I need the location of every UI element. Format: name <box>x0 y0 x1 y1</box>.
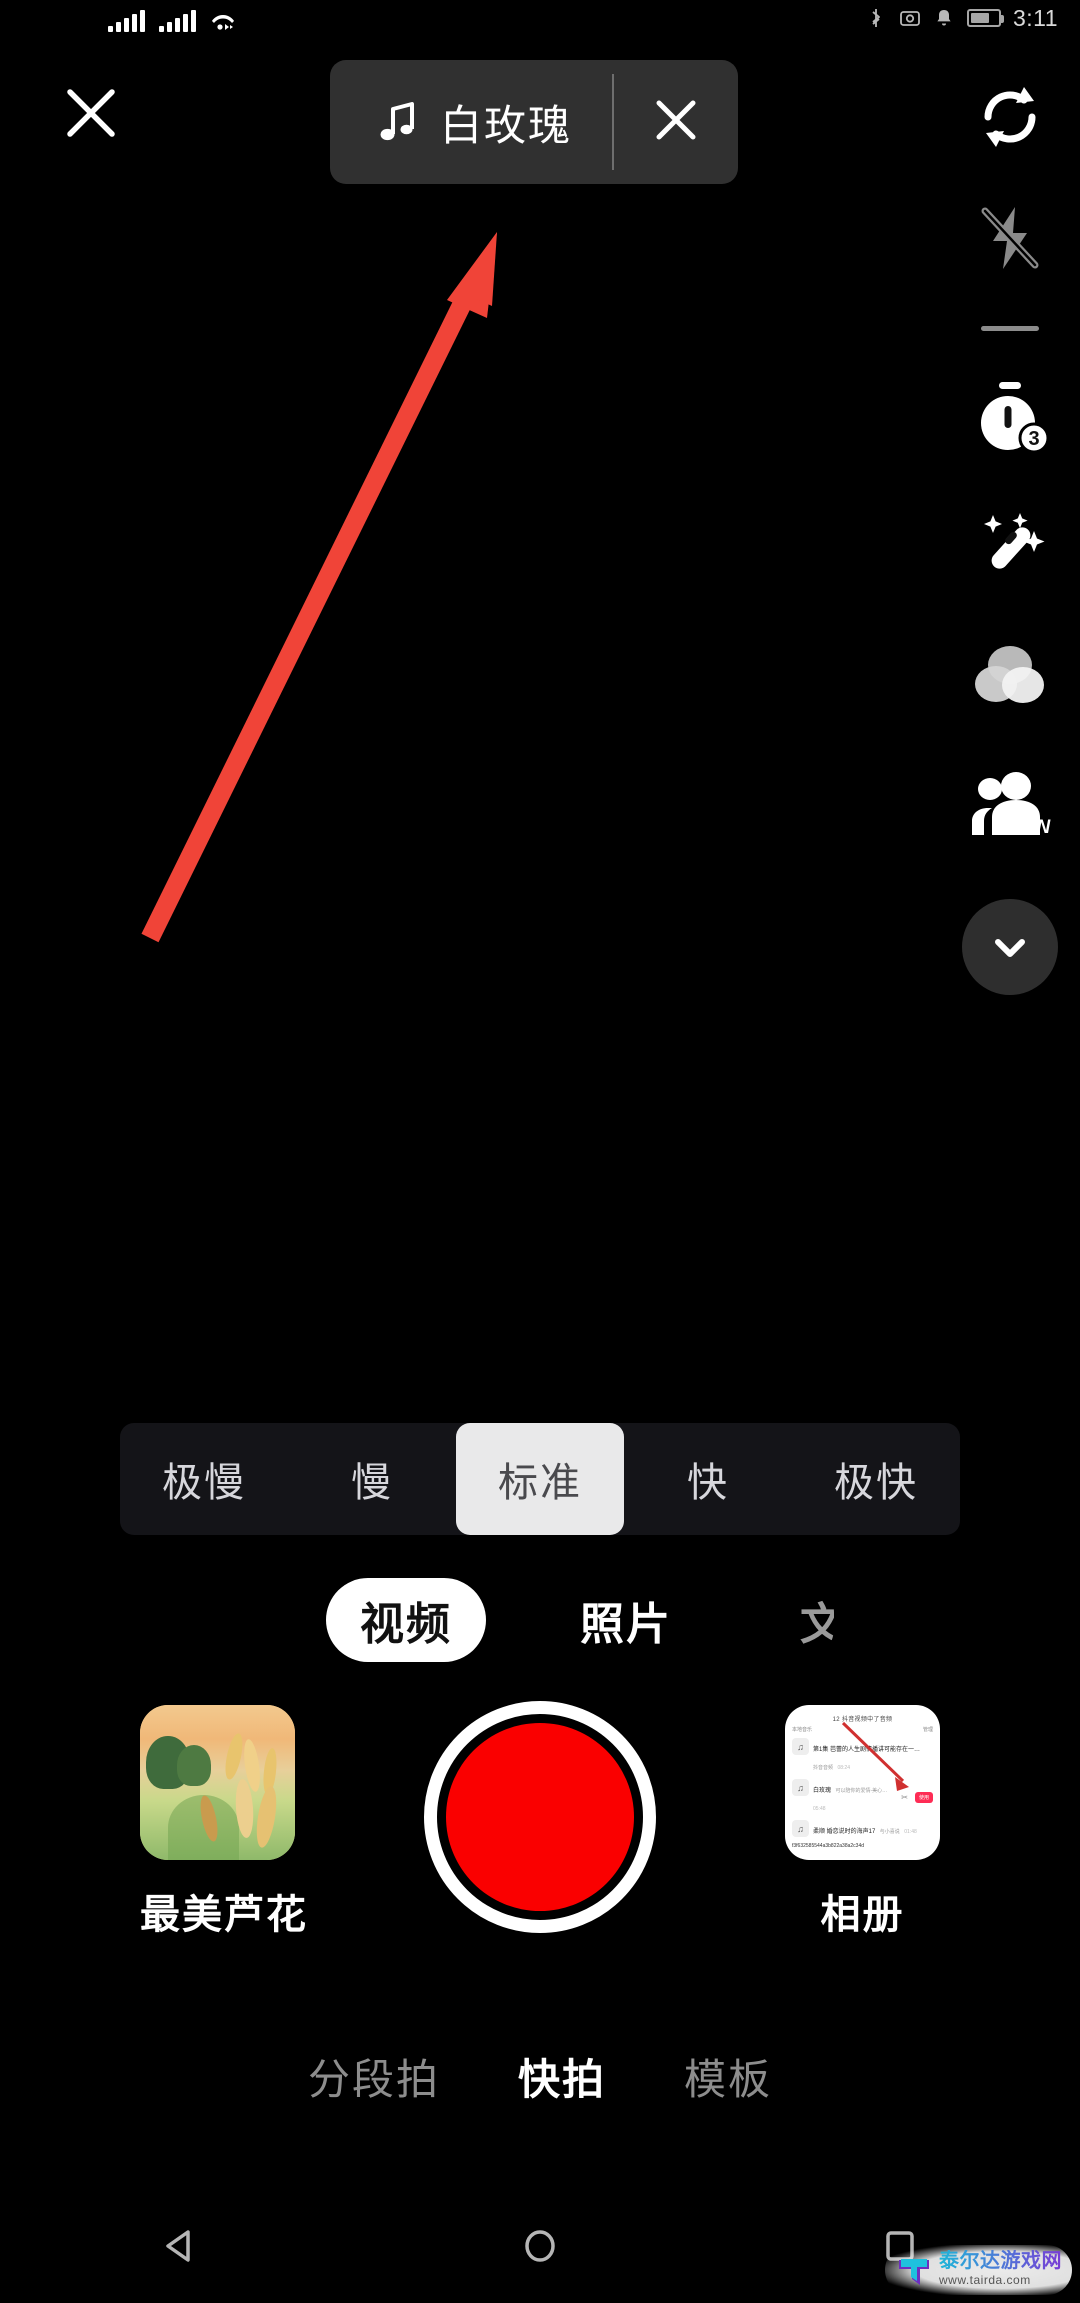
expand-more-button[interactable] <box>940 872 1080 1022</box>
music-note-icon <box>378 100 418 144</box>
speed-option-3[interactable]: 快 <box>624 1423 792 1535</box>
top-bar: 白玫瑰 <box>0 54 1080 189</box>
nav-segmented-capture[interactable]: 分段拍 <box>308 2046 440 2107</box>
screenshot-icon <box>899 7 921 29</box>
speed-option-2[interactable]: 标准 <box>456 1423 624 1535</box>
close-icon <box>653 97 699 148</box>
speed-option-4[interactable]: 极快 <box>792 1423 960 1535</box>
status-bar-left <box>108 4 236 32</box>
capture-mode-bottom-nav: 分段拍 快拍 模板 <box>0 2032 1080 2120</box>
reed-landscape-thumbnail[interactable] <box>140 1705 295 1860</box>
screenshot-thumbnail[interactable]: 12 抖音视频中了音频 本地音乐 管理 ♫ 第1集 芭蕾的人生剧情播讲可能存在一… <box>785 1705 940 1860</box>
selected-music-pill[interactable]: 白玫瑰 <box>330 60 739 184</box>
cellular-signal-icon <box>108 10 145 32</box>
home-circle-icon <box>518 2224 562 2273</box>
tairda-logo-icon <box>897 2253 931 2287</box>
bell-icon <box>933 7 955 29</box>
flip-camera-button[interactable] <box>940 60 1080 178</box>
chevron-down-icon <box>962 899 1058 995</box>
flash-toggle-button[interactable] <box>940 178 1080 302</box>
tab-text[interactable]: 文 <box>766 1578 834 1662</box>
back-triangle-icon <box>158 2224 202 2273</box>
status-bar-clock: 3:11 <box>1012 4 1058 31</box>
music-title: 白玫瑰 <box>440 101 573 149</box>
close-icon <box>65 87 117 144</box>
timer-button[interactable]: 3 <box>940 354 1080 486</box>
svg-text:3: 3 <box>1028 428 1039 450</box>
music-chip[interactable]: 白玫瑰 <box>330 60 612 184</box>
magic-wand-icon <box>971 509 1049 592</box>
tab-video[interactable]: 视频 <box>326 1578 486 1662</box>
camera-tool-rail: 3 ON <box>940 60 1080 1022</box>
watermark: 泰尔达游戏网 www.tairda.com <box>885 2245 1072 2295</box>
speed-option-1[interactable]: 慢 <box>288 1423 456 1535</box>
wifi-icon <box>210 10 236 32</box>
status-bar: 3:11 <box>0 0 1080 40</box>
rail-divider <box>940 302 1080 354</box>
nav-template[interactable]: 模板 <box>684 2046 772 2107</box>
capture-controls: 最美芦花 12 抖音视频中了音频 本地音乐 管理 ♫ 第1集 芭蕾的人生剧情播讲… <box>0 1701 1080 1970</box>
thumbnail-annotation-arrow <box>841 1721 909 1791</box>
effect-label: 最美芦花 <box>140 1893 308 1937</box>
cellular-signal-icon <box>159 10 196 32</box>
svg-text:ON: ON <box>1022 817 1052 838</box>
close-camera-button[interactable] <box>52 76 130 154</box>
record-button-inner <box>446 1723 634 1911</box>
camera-flip-icon <box>972 79 1048 160</box>
filters-button[interactable] <box>940 614 1080 742</box>
beautify-button[interactable] <box>940 486 1080 614</box>
co-create-button[interactable]: ON <box>940 742 1080 872</box>
speed-selector[interactable]: 极慢 慢 标准 快 极快 <box>120 1423 960 1535</box>
divider <box>981 325 1039 331</box>
tab-photo[interactable]: 照片 <box>546 1578 706 1662</box>
album-shortcut[interactable]: 12 抖音视频中了音频 本地音乐 管理 ♫ 第1集 芭蕾的人生剧情播讲可能存在一… <box>785 1705 940 1940</box>
watermark-name: 泰尔达游戏网 <box>939 2250 1062 2273</box>
effect-shortcut[interactable]: 最美芦花 <box>140 1705 308 1940</box>
speed-option-0[interactable]: 极慢 <box>120 1423 288 1535</box>
timer-icon: 3 <box>970 378 1050 463</box>
flash-off-icon <box>973 201 1047 280</box>
bluetooth-icon <box>865 7 887 29</box>
nav-quick-capture[interactable]: 快拍 <box>518 2046 606 2107</box>
remove-music-button[interactable] <box>614 60 738 184</box>
filter-circles-icon <box>971 637 1049 720</box>
status-bar-right: 3:11 <box>865 2 1058 34</box>
capture-mode-tabs: 视频 照片 文 <box>0 1572 1080 1668</box>
people-on-icon: ON <box>968 769 1052 846</box>
battery-icon <box>966 9 1004 27</box>
android-back-button[interactable] <box>120 2213 240 2283</box>
android-home-button[interactable] <box>480 2213 600 2283</box>
watermark-url: www.tairda.com <box>939 2273 1031 2288</box>
camera-screen: 3:11 白玫瑰 3 ON 极慢 慢 标准 快 极快 视频 照片 文 最美芦花 … <box>0 0 1080 2303</box>
record-button[interactable] <box>424 1701 656 1933</box>
album-label: 相册 <box>820 1893 905 1937</box>
